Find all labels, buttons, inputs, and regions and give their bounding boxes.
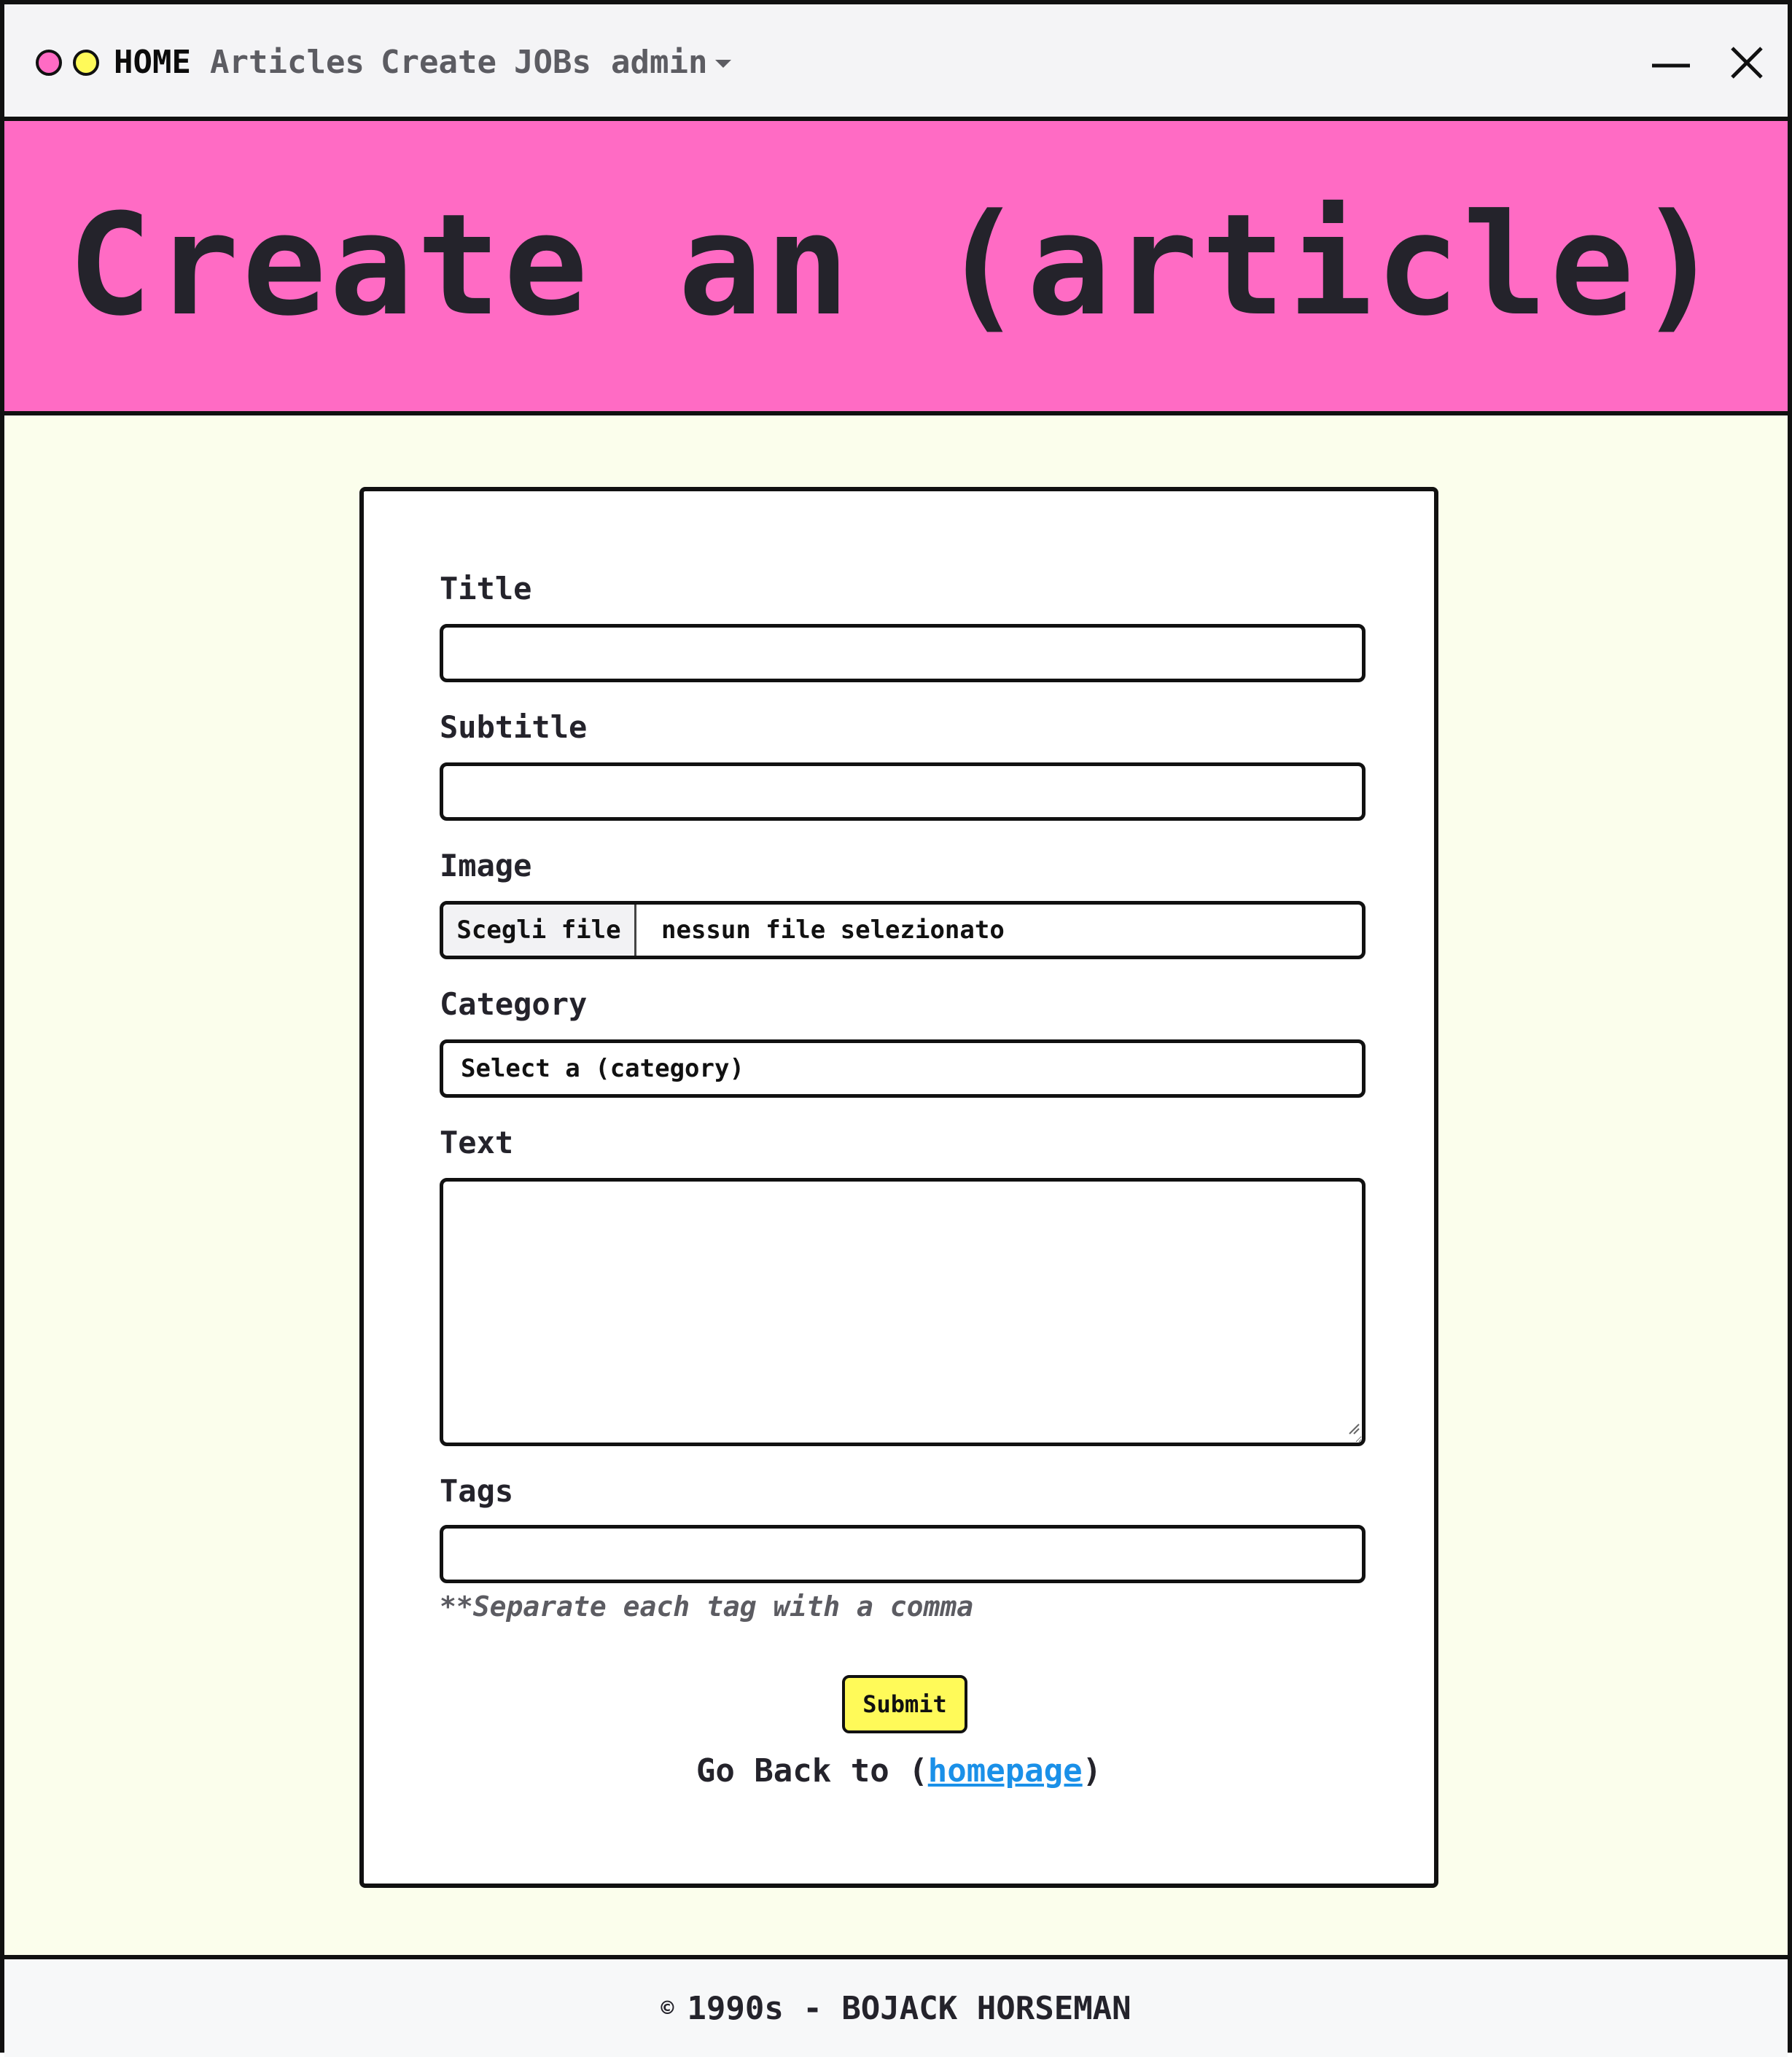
choose-file-button[interactable]: Scegli file	[443, 905, 636, 956]
subtitle-input[interactable]	[440, 762, 1366, 821]
text-label: Text	[440, 1125, 514, 1160]
close-icon[interactable]	[1726, 42, 1767, 83]
go-back-prefix: Go Back to (	[696, 1752, 928, 1789]
copyright-symbol: ©	[661, 1995, 674, 2021]
subtitle-label: Subtitle	[440, 709, 588, 745]
nav-admin-dropdown[interactable]: admin	[611, 42, 707, 83]
image-label: Image	[440, 848, 532, 883]
nav-jobs[interactable]: JOBs	[514, 42, 591, 83]
tags-input[interactable]	[440, 1525, 1366, 1583]
category-selected-value: Select a (category)	[461, 1054, 744, 1083]
minimize-icon[interactable]	[1651, 42, 1691, 83]
category-label: Category	[440, 986, 588, 1022]
go-back-text: Go Back to (homepage)	[364, 1752, 1434, 1789]
file-status-text: nessun file selezionato	[661, 916, 1005, 945]
pink-dot-icon	[36, 50, 62, 76]
app-window: HOME Articles Create JOBs admin Create a…	[0, 0, 1792, 2057]
tags-hint: **Separate each tag with a comma	[440, 1590, 974, 1623]
go-back-suffix: )	[1082, 1752, 1102, 1789]
footer: © 1990s - BOJACK HORSEMAN	[4, 1955, 1788, 2057]
title-label: Title	[440, 571, 532, 606]
tags-label: Tags	[440, 1473, 514, 1509]
image-file-input[interactable]: Scegli file nessun file selezionato	[440, 901, 1366, 959]
nav-home[interactable]: HOME	[114, 42, 191, 83]
chevron-down-icon[interactable]	[715, 60, 731, 68]
nav-articles[interactable]: Articles	[210, 42, 365, 83]
title-input[interactable]	[440, 624, 1366, 682]
page-title: Create an (article)	[67, 184, 1725, 347]
create-article-form: Title Subtitle Image Scegli file nessun …	[359, 487, 1438, 1888]
text-textarea[interactable]	[440, 1178, 1366, 1446]
category-select[interactable]: Select a (category)	[440, 1039, 1366, 1098]
navbar: HOME Articles Create JOBs admin	[4, 4, 1788, 121]
hero-banner: Create an (article)	[4, 121, 1788, 415]
submit-button[interactable]: Submit	[842, 1675, 967, 1733]
homepage-link[interactable]: homepage	[928, 1752, 1083, 1789]
resize-handle-icon[interactable]	[1348, 1423, 1360, 1435]
footer-text: 1990s - BOJACK HORSEMAN	[687, 1989, 1131, 2027]
nav-create[interactable]: Create	[381, 42, 496, 83]
yellow-dot-icon	[73, 50, 99, 76]
